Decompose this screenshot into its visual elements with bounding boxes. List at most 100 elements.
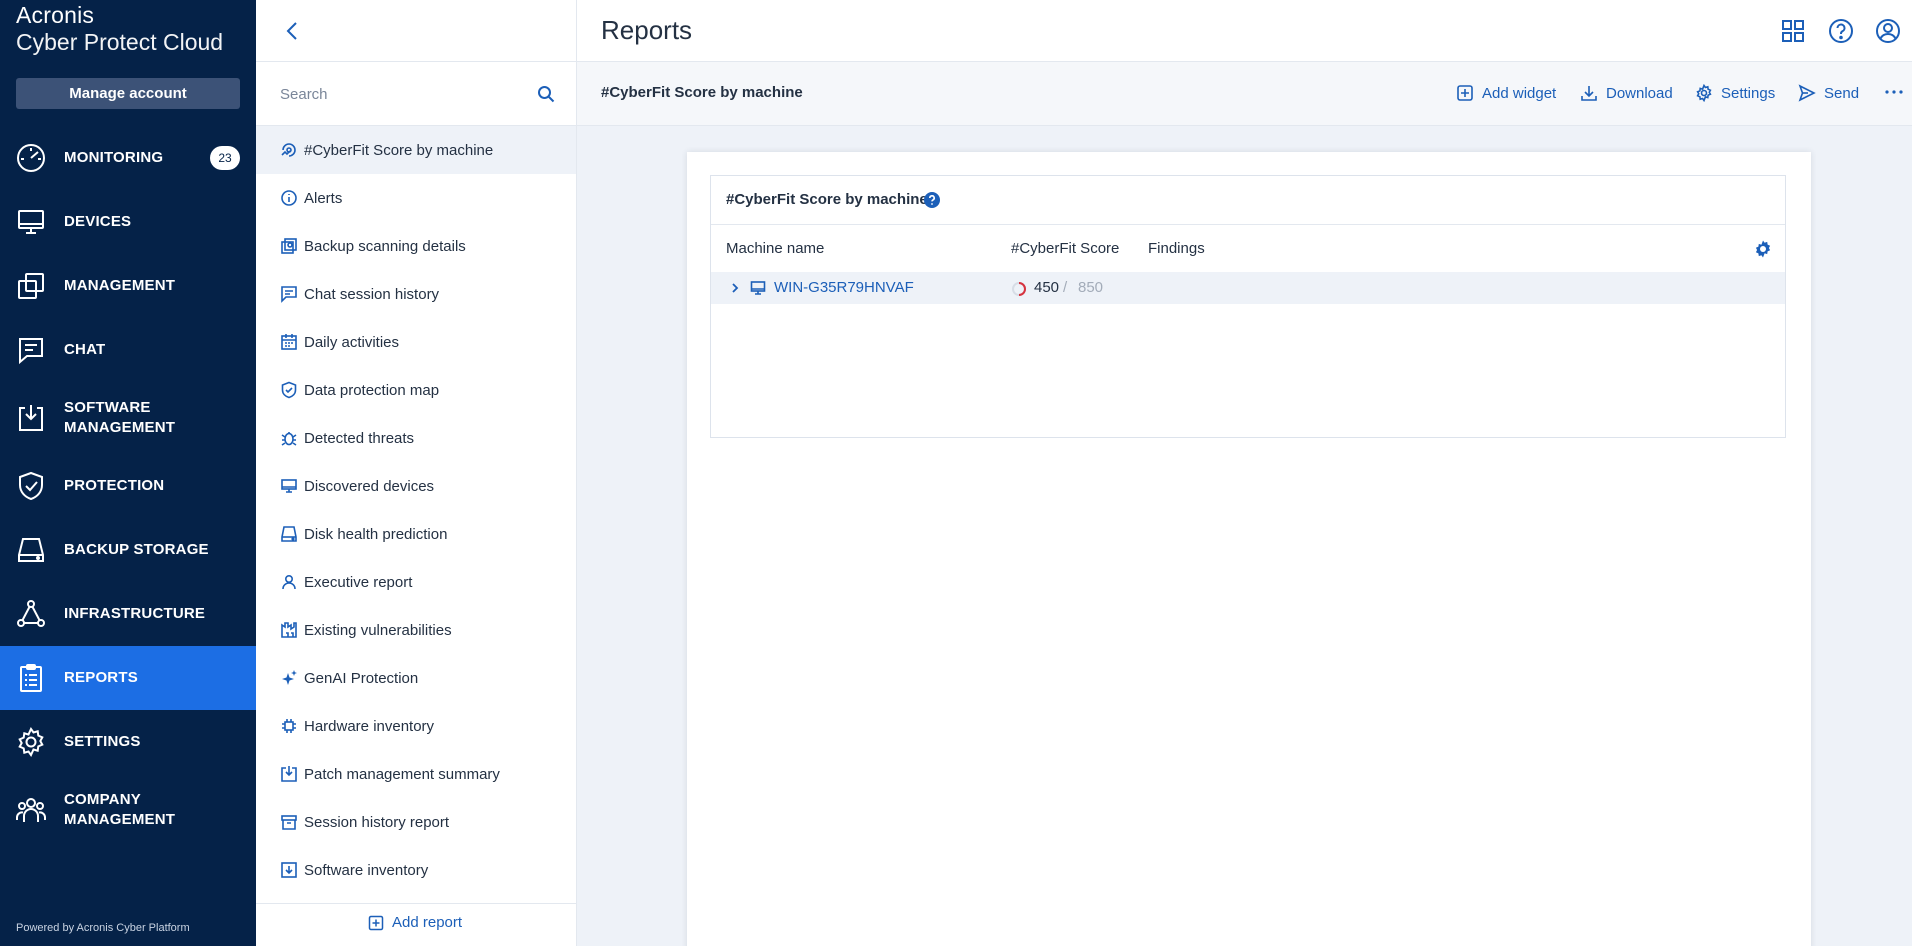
archive-icon <box>281 815 297 830</box>
acronis-logo: Acronis Cyber Protect Cloud <box>16 4 223 54</box>
column-header-cyberfit-score[interactable]: #CyberFit Score <box>1011 240 1119 257</box>
report-title: #CyberFit Score by machine <box>601 84 803 101</box>
monitor-icon <box>15 206 47 238</box>
nav-label-line2: MANAGEMENT <box>64 811 176 828</box>
top-bar: Reports <box>577 0 1912 62</box>
plus-square-icon <box>1457 85 1473 101</box>
nav-label: INFRASTRUCTURE <box>64 605 206 622</box>
report-item-backup-scanning[interactable]: Backup scanning details <box>256 222 576 270</box>
question-circle-icon[interactable] <box>923 191 941 209</box>
more-options-icon[interactable] <box>1882 80 1906 104</box>
report-item-label: Patch management summary <box>304 765 500 783</box>
settings-label: Settings <box>1721 84 1776 102</box>
report-canvas: #CyberFit Score by machine Machine name … <box>577 126 1912 946</box>
add-widget-button[interactable]: Add widget <box>1456 84 1556 102</box>
report-item-daily-activities[interactable]: Daily activities <box>256 318 576 366</box>
reports-clipboard-icon <box>15 662 47 694</box>
plus-square-icon <box>368 915 384 930</box>
report-item-disk-health[interactable]: Disk health prediction <box>256 510 576 558</box>
report-item-chat-session-history[interactable]: Chat session history <box>256 270 576 318</box>
nav-item-settings[interactable]: SETTINGS <box>0 710 256 774</box>
report-toolbar: #CyberFit Score by machine Add widget Do… <box>577 62 1912 126</box>
management-icon <box>15 270 47 302</box>
user-account-icon[interactable] <box>1874 17 1902 45</box>
column-settings-gear-icon[interactable] <box>1753 239 1773 259</box>
nav-label: DEVICES <box>64 213 132 230</box>
report-item-patch-management[interactable]: Patch management summary <box>256 750 576 798</box>
back-row <box>256 0 576 62</box>
report-item-genai-protection[interactable]: GenAI Protection <box>256 654 576 702</box>
page-title: Reports <box>601 15 693 45</box>
nav-label: CHAT <box>64 341 106 358</box>
report-list-panel: #CyberFit Score by machine Alerts Backup… <box>256 0 577 946</box>
gear-icon <box>1696 84 1712 102</box>
report-item-label: #CyberFit Score by machine <box>304 141 494 159</box>
search-input[interactable] <box>280 82 530 106</box>
widget-title: #CyberFit Score by machine <box>726 191 928 208</box>
backup-storage-icon <box>15 534 47 566</box>
report-item-cyberfit-score[interactable]: #CyberFit Score by machine <box>256 126 576 174</box>
settings-button[interactable]: Settings <box>1695 84 1775 102</box>
report-item-label: Discovered devices <box>304 477 435 495</box>
chevron-right-icon[interactable] <box>728 281 742 295</box>
patch-icon <box>281 766 297 782</box>
report-item-detected-threats[interactable]: Detected threats <box>256 414 576 462</box>
add-report-label: Add report <box>392 914 463 931</box>
manage-account-button[interactable]: Manage account <box>16 78 240 109</box>
cyberfit-score-max: 850 <box>1078 279 1104 296</box>
person-icon <box>282 574 296 590</box>
score-separator: / <box>1063 279 1068 296</box>
brand-product: Cyber Protect Cloud <box>16 29 224 55</box>
chevron-left-icon[interactable] <box>280 18 306 44</box>
monitor-icon <box>281 479 297 493</box>
report-item-label: Data protection map <box>304 381 440 399</box>
report-item-label: Daily activities <box>304 333 400 351</box>
nav-item-infrastructure[interactable]: INFRASTRUCTURE <box>0 582 256 646</box>
search-icon[interactable] <box>536 84 556 104</box>
bug-icon <box>281 432 297 446</box>
download-button[interactable]: Download <box>1580 84 1673 102</box>
nav-label: PROTECTION <box>64 477 165 494</box>
report-item-label: Backup scanning details <box>304 237 466 255</box>
report-item-label: Session history report <box>304 813 450 831</box>
nav-label: MANAGEMENT <box>64 277 176 294</box>
column-header-machine-name[interactable]: Machine name <box>726 240 824 257</box>
nav-item-software-management[interactable]: SOFTWARE MANAGEMENT <box>0 386 256 450</box>
report-item-data-protection-map[interactable]: Data protection map <box>256 366 576 414</box>
report-item-label: Existing vulnerabilities <box>304 621 452 639</box>
report-item-existing-vulnerabilities[interactable]: Existing vulnerabilities <box>256 606 576 654</box>
nav-item-chat[interactable]: CHAT <box>0 318 256 382</box>
report-item-executive-report[interactable]: Executive report <box>256 558 576 606</box>
column-header-findings[interactable]: Findings <box>1148 240 1205 257</box>
grid-apps-icon[interactable] <box>1779 17 1807 45</box>
nav-item-protection[interactable]: PROTECTION <box>0 454 256 518</box>
report-item-hardware-inventory[interactable]: Hardware inventory <box>256 702 576 750</box>
nav-label: SOFTWARE <box>64 399 151 416</box>
nav-item-reports[interactable]: REPORTS <box>0 646 256 710</box>
report-item-alerts[interactable]: Alerts <box>256 174 576 222</box>
report-item-discovered-devices[interactable]: Discovered devices <box>256 462 576 510</box>
machine-name-link[interactable]: WIN-G35R79HNVAF <box>774 279 914 296</box>
disk-icon <box>281 526 297 542</box>
software-inventory-icon <box>281 862 297 878</box>
nav-item-management[interactable]: MANAGEMENT <box>0 254 256 318</box>
score-ring-icon <box>1012 282 1026 296</box>
nav-label: MONITORING <box>64 149 164 166</box>
add-report-button[interactable]: Add report <box>368 914 462 931</box>
report-item-session-history[interactable]: Session history report <box>256 798 576 846</box>
nav-item-backup-storage[interactable]: BACKUP STORAGE <box>0 518 256 582</box>
report-item-software-inventory[interactable]: Software inventory <box>256 846 576 894</box>
send-button[interactable]: Send <box>1798 84 1859 102</box>
table-row[interactable]: WIN-G35R79HNVAF 450 / 850 <box>711 272 1785 304</box>
report-item-label: Software inventory <box>304 861 429 879</box>
info-circle-icon <box>281 190 297 206</box>
report-item-label: Alerts <box>304 189 343 207</box>
backup-scan-icon <box>281 238 297 254</box>
nav-item-monitoring[interactable]: MONITORING 23 <box>0 126 256 190</box>
help-icon[interactable] <box>1827 17 1855 45</box>
search-bar <box>256 62 576 126</box>
nav-item-company-management[interactable]: COMPANY MANAGEMENT <box>0 778 256 842</box>
nav-item-devices[interactable]: DEVICES <box>0 190 256 254</box>
machine-monitor-icon <box>750 281 766 295</box>
nav-label: COMPANY <box>64 791 141 808</box>
